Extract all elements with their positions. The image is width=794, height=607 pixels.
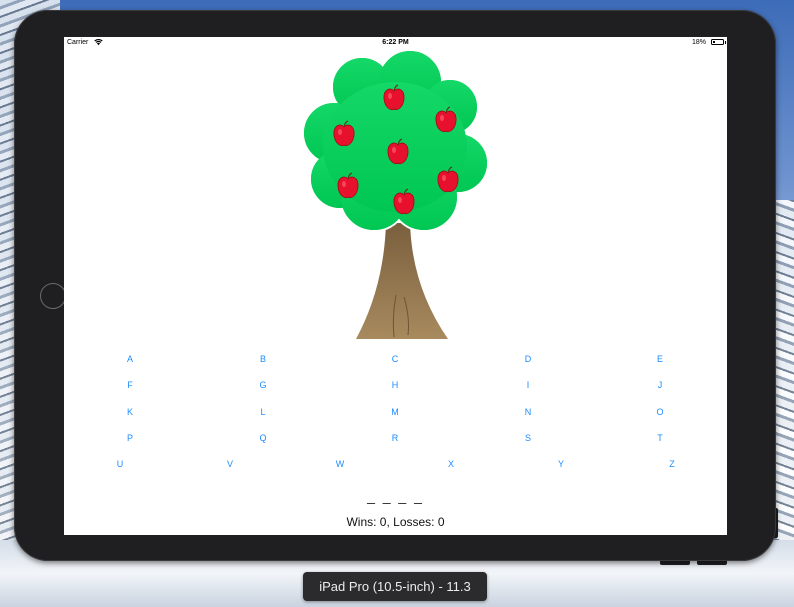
letter-button-w[interactable]: W	[328, 459, 352, 470]
word-display: _ _ _ _	[367, 488, 424, 504]
letter-button-a[interactable]: A	[118, 354, 142, 365]
letter-button-x[interactable]: X	[439, 459, 463, 470]
letter-button-z[interactable]: Z	[660, 459, 684, 470]
letter-button-m[interactable]: M	[383, 407, 407, 418]
letter-button-u[interactable]: U	[108, 459, 132, 470]
letter-button-s[interactable]: S	[516, 433, 540, 444]
letter-button-b[interactable]: B	[251, 354, 275, 365]
letter-button-i[interactable]: I	[516, 380, 540, 391]
letter-button-v[interactable]: V	[218, 459, 242, 470]
letter-button-o[interactable]: O	[648, 407, 672, 418]
letter-button-k[interactable]: K	[118, 407, 142, 418]
letter-button-e[interactable]: E	[648, 354, 672, 365]
letter-keyboard: A B C D E F G H I J K L M N O P Q R S T U V W X Y Z	[64, 37, 727, 535]
letter-button-d[interactable]: D	[516, 354, 540, 365]
letter-button-c[interactable]: C	[383, 354, 407, 365]
home-button[interactable]	[40, 283, 66, 309]
score-label: Wins: 0, Losses: 0	[346, 515, 445, 529]
letter-button-y[interactable]: Y	[549, 459, 573, 470]
letter-button-h[interactable]: H	[383, 380, 407, 391]
letter-button-f[interactable]: F	[118, 380, 142, 391]
letter-button-j[interactable]: J	[648, 380, 672, 391]
letter-button-g[interactable]: G	[251, 380, 275, 391]
letter-button-r[interactable]: R	[383, 433, 407, 444]
letter-button-q[interactable]: Q	[251, 433, 275, 444]
letter-button-p[interactable]: P	[118, 433, 142, 444]
letter-button-l[interactable]: L	[251, 407, 275, 418]
simulator-device-label: iPad Pro (10.5-inch) - 11.3	[303, 572, 487, 601]
letter-button-n[interactable]: N	[516, 407, 540, 418]
app-screen: Carrier 6:22 PM 18% A B C D E F G H I J …	[64, 37, 727, 535]
letter-button-t[interactable]: T	[648, 433, 672, 444]
